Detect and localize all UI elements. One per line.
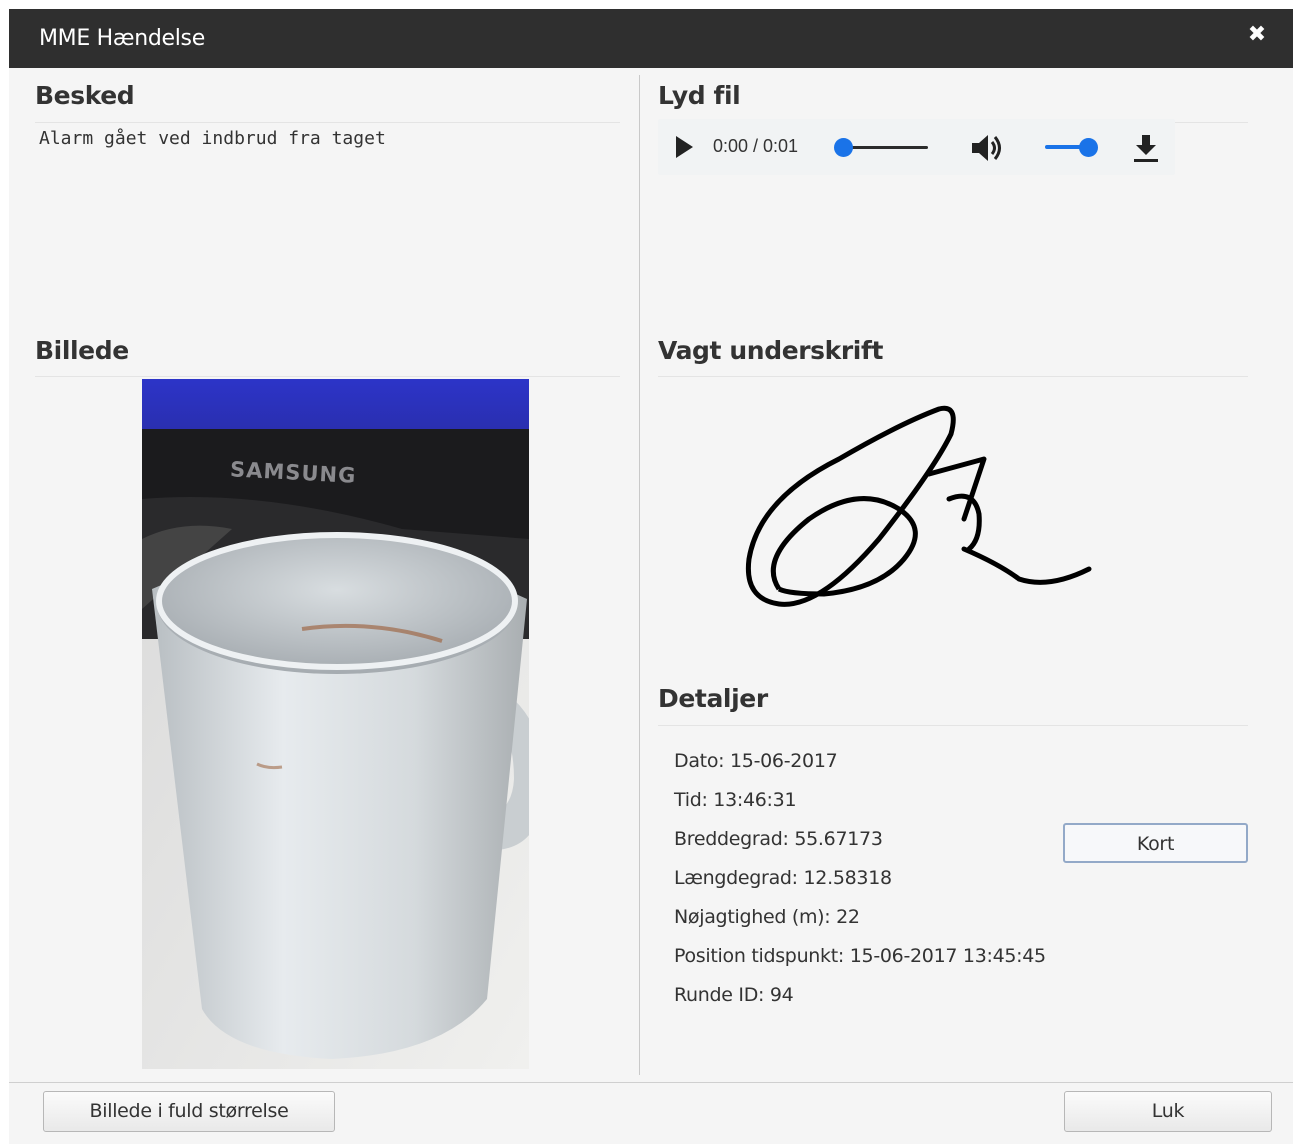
besked-divider [35, 122, 620, 123]
detail-round-id: Runde ID: 94 [674, 984, 794, 1006]
event-dialog: MME Hændelse ✖ Besked Alarm gået ved ind… [9, 9, 1293, 1144]
column-divider [639, 75, 640, 1075]
besked-heading: Besked [35, 81, 135, 110]
details-divider [658, 725, 1248, 726]
audio-time: 0:00 / 0:01 [713, 136, 799, 156]
detail-accuracy: Nøjagtighed (m): 22 [674, 906, 860, 928]
footer-divider [9, 1082, 1293, 1083]
audio-player: 0:00 / 0:01 [658, 119, 1175, 175]
volume-icon[interactable] [969, 131, 1005, 165]
play-icon[interactable] [676, 136, 693, 158]
map-button[interactable]: Kort [1063, 823, 1248, 863]
dialog-title: MME Hændelse [39, 26, 205, 51]
close-icon[interactable]: ✖ [1245, 23, 1269, 47]
lyd-heading: Lyd fil [658, 81, 741, 110]
full-size-image-button[interactable]: Billede i fuld størrelse [43, 1091, 335, 1132]
close-button[interactable]: Luk [1064, 1091, 1272, 1132]
signature-heading: Vagt underskrift [658, 336, 884, 365]
signature-divider [658, 376, 1248, 377]
message-text: Alarm gået ved indbrud fra taget [39, 128, 386, 149]
billede-divider [35, 376, 620, 377]
billede-heading: Billede [35, 336, 129, 365]
details-heading: Detaljer [658, 684, 768, 713]
details-list: Dato: 15-06-2017 Tid: 13:46:31 Breddegra… [674, 748, 1046, 1021]
detail-time: Tid: 13:46:31 [674, 789, 797, 811]
volume-slider-thumb[interactable] [1079, 138, 1098, 157]
detail-date: Dato: 15-06-2017 [674, 750, 838, 772]
download-icon[interactable] [1131, 132, 1161, 164]
detail-latitude: Breddegrad: 55.67173 [674, 828, 883, 850]
guard-signature [745, 405, 1092, 607]
dialog-titlebar: MME Hændelse ✖ [9, 9, 1293, 68]
audio-progress-thumb[interactable] [834, 138, 853, 157]
detail-position-time: Position tidspunkt: 15-06-2017 13:45:45 [674, 945, 1046, 967]
detail-longitude: Længdegrad: 12.58318 [674, 867, 892, 889]
event-photo[interactable]: SAMSUNG [142, 379, 529, 1069]
